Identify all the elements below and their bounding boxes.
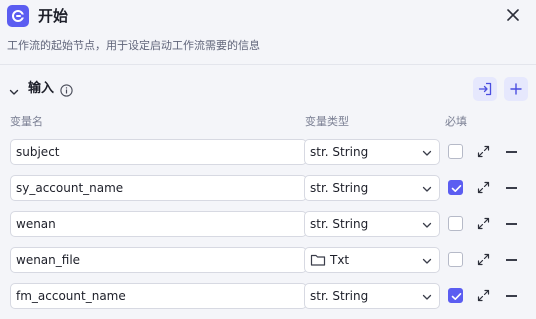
chevron-down-icon bbox=[422, 222, 432, 228]
variable-type-value: str. String bbox=[310, 289, 369, 303]
section-title: 输入 bbox=[28, 81, 55, 96]
header-divider bbox=[0, 64, 536, 65]
variable-type-select[interactable]: Txt bbox=[304, 247, 440, 273]
chevron-down-icon bbox=[422, 258, 432, 264]
import-button[interactable] bbox=[473, 77, 497, 101]
input-section-header: 输入 bbox=[0, 74, 536, 104]
variable-name-input[interactable]: wenan bbox=[10, 211, 307, 237]
variable-name-input[interactable]: subject bbox=[10, 139, 307, 165]
required-checkbox[interactable] bbox=[448, 288, 463, 303]
folder-icon bbox=[310, 254, 326, 266]
variable-row: wenan_file Txt bbox=[0, 247, 536, 273]
expand-icon[interactable] bbox=[477, 253, 490, 266]
check-icon bbox=[451, 185, 462, 192]
node-header: 开始 工作流的起始节点，用于设定启动工作流需要的信息 bbox=[0, 0, 536, 66]
variable-name-input[interactable]: fm_account_name bbox=[10, 283, 307, 309]
variable-type-value: Txt bbox=[330, 253, 350, 267]
close-icon[interactable] bbox=[504, 6, 522, 24]
remove-variable-icon[interactable] bbox=[506, 187, 517, 189]
chevron-down-icon bbox=[422, 186, 432, 192]
node-title: 开始 bbox=[38, 7, 69, 25]
node-description: 工作流的起始节点，用于设定启动工作流需要的信息 bbox=[7, 39, 260, 52]
variable-type-select[interactable]: str. String bbox=[304, 283, 440, 309]
remove-variable-icon[interactable] bbox=[506, 295, 517, 297]
expand-icon[interactable] bbox=[477, 217, 490, 230]
variable-type-value: str. String bbox=[310, 181, 369, 195]
column-header-type: 变量类型 bbox=[305, 115, 349, 128]
variable-type-select[interactable]: str. String bbox=[304, 211, 440, 237]
required-checkbox[interactable] bbox=[448, 180, 463, 195]
expand-icon[interactable] bbox=[477, 181, 490, 194]
required-checkbox[interactable] bbox=[448, 252, 463, 267]
variable-row: subject str. String bbox=[0, 139, 536, 165]
start-node-icon bbox=[7, 5, 29, 27]
variable-type-select[interactable]: str. String bbox=[304, 139, 440, 165]
variable-name-input[interactable]: wenan_file bbox=[10, 247, 307, 273]
variable-type-value: str. String bbox=[310, 145, 369, 159]
check-icon bbox=[451, 293, 462, 300]
required-checkbox[interactable] bbox=[448, 216, 463, 231]
info-icon[interactable] bbox=[60, 82, 73, 97]
required-checkbox[interactable] bbox=[448, 144, 463, 159]
collapse-chevron-icon[interactable] bbox=[8, 83, 20, 95]
variable-row: sy_account_name str. String bbox=[0, 175, 536, 201]
variable-name-input[interactable]: sy_account_name bbox=[10, 175, 307, 201]
column-header-name: 变量名 bbox=[10, 115, 43, 128]
chevron-down-icon bbox=[422, 150, 432, 156]
column-header-required: 必填 bbox=[445, 115, 467, 128]
plus-icon bbox=[510, 83, 522, 95]
chevron-down-icon bbox=[422, 294, 432, 300]
variable-row: fm_account_name str. String bbox=[0, 283, 536, 309]
expand-icon[interactable] bbox=[477, 289, 490, 302]
expand-icon[interactable] bbox=[477, 145, 490, 158]
variable-row: wenan str. String bbox=[0, 211, 536, 237]
remove-variable-icon[interactable] bbox=[506, 151, 517, 153]
import-icon bbox=[478, 82, 492, 96]
remove-variable-icon[interactable] bbox=[506, 259, 517, 261]
variable-type-select[interactable]: str. String bbox=[304, 175, 440, 201]
remove-variable-icon[interactable] bbox=[506, 223, 517, 225]
variable-type-value: str. String bbox=[310, 217, 369, 231]
add-variable-button[interactable] bbox=[504, 77, 528, 101]
